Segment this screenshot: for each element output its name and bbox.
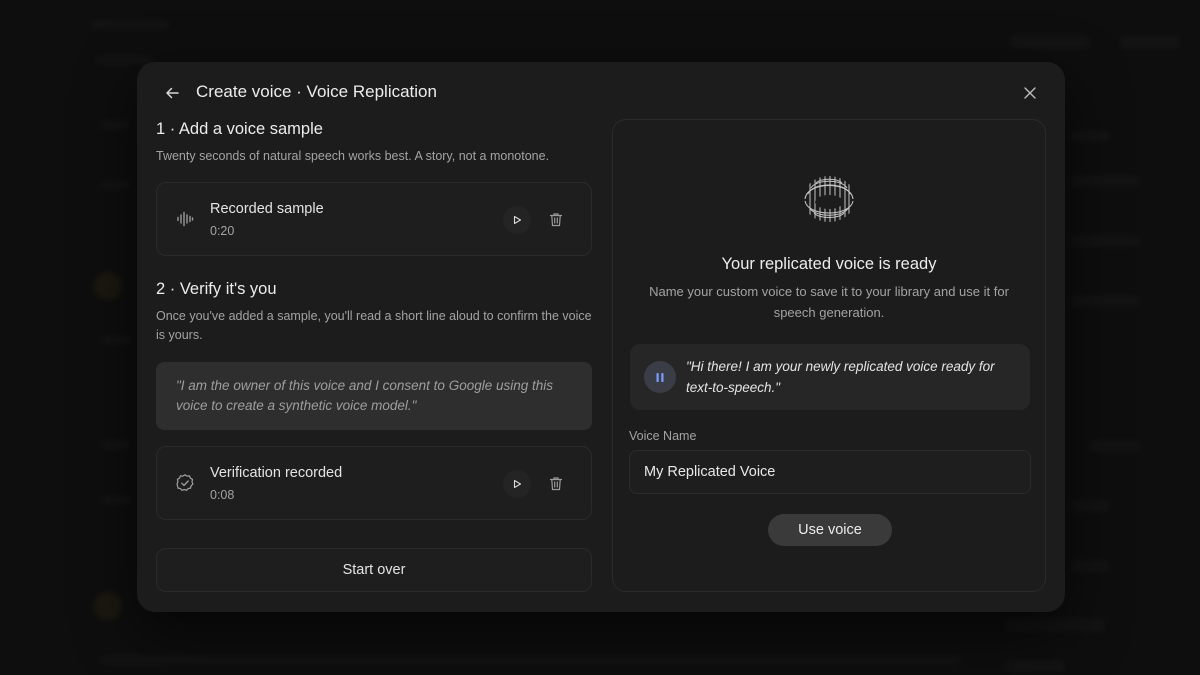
sample-duration: 0:20 <box>210 224 235 238</box>
play-verification-button[interactable] <box>503 470 531 498</box>
start-over-button[interactable]: Start over <box>156 548 592 592</box>
step2-title: 2 · Verify it's you <box>156 280 277 298</box>
delete-sample-button[interactable] <box>545 208 567 230</box>
use-voice-button[interactable]: Use voice <box>768 514 892 546</box>
verification-card: Verification recorded 0:08 <box>156 446 592 520</box>
recorded-sample-card: Recorded sample 0:20 <box>156 182 592 256</box>
ready-description: Name your custom voice to save it to you… <box>649 284 1009 320</box>
play-sample-button[interactable] <box>503 206 531 234</box>
step1-description: Twenty seconds of natural speech works b… <box>156 149 550 163</box>
voice-name-label: Voice Name <box>629 429 697 443</box>
trash-icon <box>549 476 563 490</box>
check-badge-icon <box>175 473 195 493</box>
verification-title: Verification recorded <box>210 465 343 481</box>
delete-verification-button[interactable] <box>545 472 567 494</box>
voice-name-input[interactable] <box>629 450 1031 494</box>
back-button[interactable] <box>161 82 183 104</box>
step1-title: 1 · Add a voice sample <box>156 120 323 138</box>
steps-panel: 1 · Add a voice sample Twenty seconds of… <box>156 120 592 592</box>
play-icon <box>513 479 522 489</box>
create-voice-dialog: Create voice · Voice Replication 1 · Add… <box>137 62 1065 612</box>
ready-title: Your replicated voice is ready <box>721 255 937 273</box>
arrow-left-icon <box>166 87 179 99</box>
pause-icon <box>656 372 664 382</box>
consent-quote: "I am the owner of this voice and I cons… <box>156 362 592 430</box>
preview-text: "Hi there! I am your newly replicated vo… <box>686 359 995 395</box>
waveform-icon <box>175 209 195 229</box>
result-panel: Your replicated voice is ready Name your… <box>612 119 1046 592</box>
trash-icon <box>549 212 563 226</box>
dialog-title: Create voice · Voice Replication <box>196 82 437 101</box>
close-icon <box>1024 87 1036 99</box>
close-button[interactable] <box>1019 82 1041 104</box>
step2-description: Once you've added a sample, you'll read … <box>156 309 592 342</box>
sample-title: Recorded sample <box>210 201 324 217</box>
play-icon <box>513 215 522 225</box>
voice-orb-icon <box>804 176 854 222</box>
dialog-header: Create voice · Voice Replication <box>137 62 1065 124</box>
verification-duration: 0:08 <box>210 488 235 502</box>
voice-preview: "Hi there! I am your newly replicated vo… <box>630 344 1030 410</box>
pause-preview-button[interactable] <box>644 361 676 393</box>
